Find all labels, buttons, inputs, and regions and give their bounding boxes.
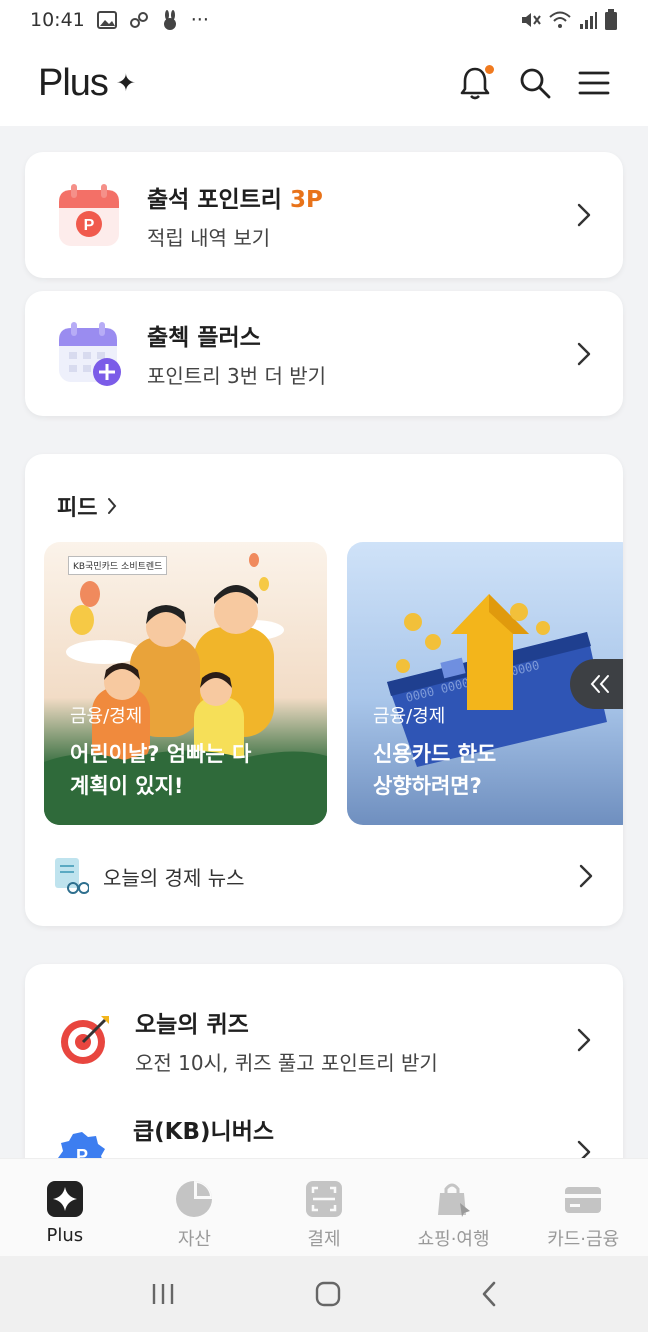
- attendance-points: 3P: [289, 186, 323, 213]
- feed-card: 피드 KB국민카드 소비트렌드 금융/경제 어린이날? 엄빠는 다 계획이 있지…: [25, 454, 623, 926]
- shopping-bag-icon: [437, 1183, 470, 1217]
- status-time: 10:41: [30, 9, 85, 31]
- image-icon: [96, 11, 117, 29]
- wifi-icon: [549, 11, 571, 28]
- chevron-right-icon: [579, 864, 593, 888]
- pie-chart-icon: [176, 1181, 213, 1217]
- logo-text: Plus: [38, 61, 109, 104]
- search-icon[interactable]: [518, 66, 552, 100]
- battery-icon: [605, 9, 617, 30]
- status-more-dots: ···: [190, 9, 209, 31]
- signal-icon: [580, 12, 597, 29]
- feed-title: 피드: [57, 496, 98, 521]
- calendar-plus-icon: [59, 321, 121, 386]
- attendance-plus-card[interactable]: 출첵 플러스 포인트리 3번 더 받기: [25, 291, 623, 416]
- feed-tile-title: 어린이날? 엄빠는 다 계획이 있지!: [70, 742, 252, 798]
- plus-sparkle-icon: [46, 1181, 83, 1217]
- system-nav-bar: [0, 1256, 648, 1332]
- tab-label: 카드·금융: [547, 1229, 620, 1250]
- attendance-plus-title: 출첵 플러스: [147, 325, 261, 351]
- bottom-tab-bar: Plus 자산 결제 쇼핑·여행 카드·금융: [0, 1158, 648, 1256]
- attendance-point-card[interactable]: P 출석 포인트리 3P 적립 내역 보기: [25, 152, 623, 278]
- chevron-right-icon: [108, 498, 117, 514]
- svg-text:P: P: [84, 217, 95, 234]
- attendance-plus-subtitle: 포인트리 3번 더 받기: [147, 364, 326, 388]
- news-document-icon: [55, 858, 89, 894]
- target-icon: [61, 1016, 109, 1064]
- notification-button[interactable]: [458, 65, 494, 101]
- app-header: Plus ✦: [0, 40, 648, 126]
- tab-label: 자산: [177, 1229, 211, 1250]
- chevron-right-icon: [577, 1028, 591, 1052]
- notification-dot: [485, 65, 494, 74]
- kb-business-title: 큽(KB)니버스: [133, 1119, 275, 1145]
- tab-plus[interactable]: Plus: [0, 1159, 130, 1256]
- feed-tile-category: 금융/경제: [70, 706, 143, 727]
- feed-header[interactable]: 피드: [57, 490, 117, 522]
- calendar-point-icon: P: [59, 184, 119, 246]
- app-logo: Plus ✦: [38, 61, 136, 105]
- feed-tile-badge: KB국민카드 소비트렌드: [68, 556, 168, 575]
- daily-quiz-row[interactable]: 오늘의 퀴즈 오전 10시, 퀴즈 풀고 포인트리 받기: [25, 1000, 623, 1080]
- rabbit-icon: [163, 10, 176, 30]
- double-chevron-left-icon: [590, 675, 609, 693]
- floating-side-handle[interactable]: [570, 659, 623, 709]
- chevron-right-icon: [577, 203, 591, 227]
- feed-tile-family[interactable]: KB국민카드 소비트렌드 금융/경제 어린이날? 엄빠는 다 계획이 있지!: [44, 542, 327, 825]
- tab-payment[interactable]: 결제: [259, 1159, 389, 1256]
- tab-label: 결제: [307, 1229, 341, 1250]
- back-icon[interactable]: [479, 1280, 499, 1308]
- feed-tile-category: 금융/경제: [373, 706, 446, 727]
- tab-label: Plus: [46, 1225, 84, 1246]
- recent-apps-icon[interactable]: [149, 1281, 177, 1307]
- feed-tile-title: 신용카드 한도 상향하려면?: [373, 742, 497, 798]
- mute-icon: [522, 13, 541, 27]
- quiz-title: 오늘의 퀴즈: [135, 1011, 249, 1038]
- attendance-title: 출석 포인트리 3P: [147, 186, 323, 213]
- economy-news-label: 오늘의 경제 뉴스: [103, 865, 245, 890]
- home-icon[interactable]: [314, 1280, 342, 1308]
- menu-icon[interactable]: [578, 70, 610, 96]
- tab-assets[interactable]: 자산: [130, 1159, 260, 1256]
- economy-news-row[interactable]: 오늘의 경제 뉴스: [53, 856, 593, 896]
- logo-sparkle-icon: ✦: [115, 69, 136, 97]
- link-icon: [129, 12, 148, 28]
- scan-icon: [305, 1181, 342, 1217]
- quiz-subtitle: 오전 10시, 퀴즈 풀고 포인트리 받기: [135, 1050, 438, 1075]
- tab-label: 쇼핑·여행: [417, 1229, 490, 1250]
- status-bar: 10:41 ···: [0, 0, 648, 40]
- card-icon: [565, 1187, 602, 1213]
- tab-card-finance[interactable]: 카드·금융: [518, 1159, 648, 1256]
- chevron-right-icon: [577, 342, 591, 365]
- attendance-subtitle: 적립 내역 보기: [147, 225, 271, 250]
- tab-shopping-travel[interactable]: 쇼핑·여행: [389, 1159, 519, 1256]
